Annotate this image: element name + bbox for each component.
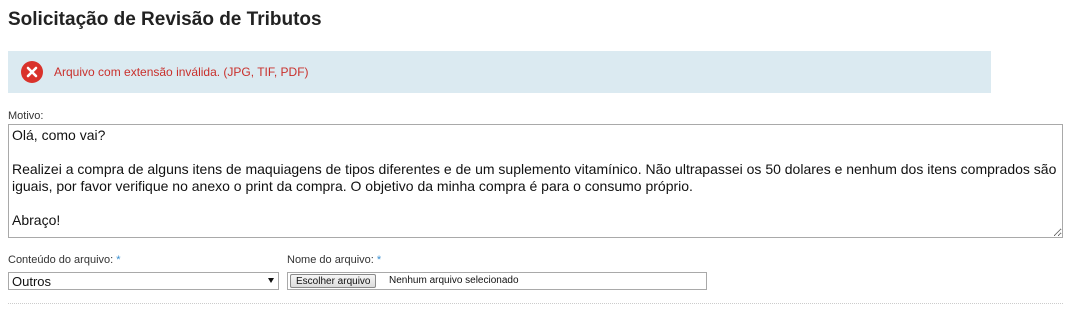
dropdown-arrow-icon [268, 278, 274, 283]
nome-label-text: Nome do arquivo: [287, 254, 374, 266]
required-mark: * [376, 254, 382, 266]
section-divider [8, 303, 1063, 304]
page-title: Solicitação de Revisão de Tributos [8, 9, 322, 30]
file-status-text: Nenhum arquivo selecionado [389, 275, 519, 286]
motivo-textarea[interactable]: Olá, como vai? Realizei a compra de algu… [8, 124, 1063, 238]
error-x-icon [21, 61, 43, 83]
conteudo-label-text: Conteúdo do arquivo: [8, 254, 114, 266]
conteudo-select[interactable]: Outros [8, 272, 279, 290]
choose-file-button[interactable]: Escolher arquivo [290, 274, 377, 288]
conteudo-label: Conteúdo do arquivo: * [8, 254, 121, 266]
motivo-label: Motivo: [8, 110, 44, 122]
nome-label: Nome do arquivo: * [287, 254, 381, 266]
error-alert: Arquivo com extensão inválida. (JPG, TIF… [8, 51, 991, 93]
conteudo-select-value: Outros [12, 274, 52, 289]
file-input[interactable]: Escolher arquivo Nenhum arquivo selecion… [287, 272, 707, 290]
required-mark: * [116, 254, 121, 266]
alert-message: Arquivo com extensão inválida. (JPG, TIF… [54, 65, 309, 79]
